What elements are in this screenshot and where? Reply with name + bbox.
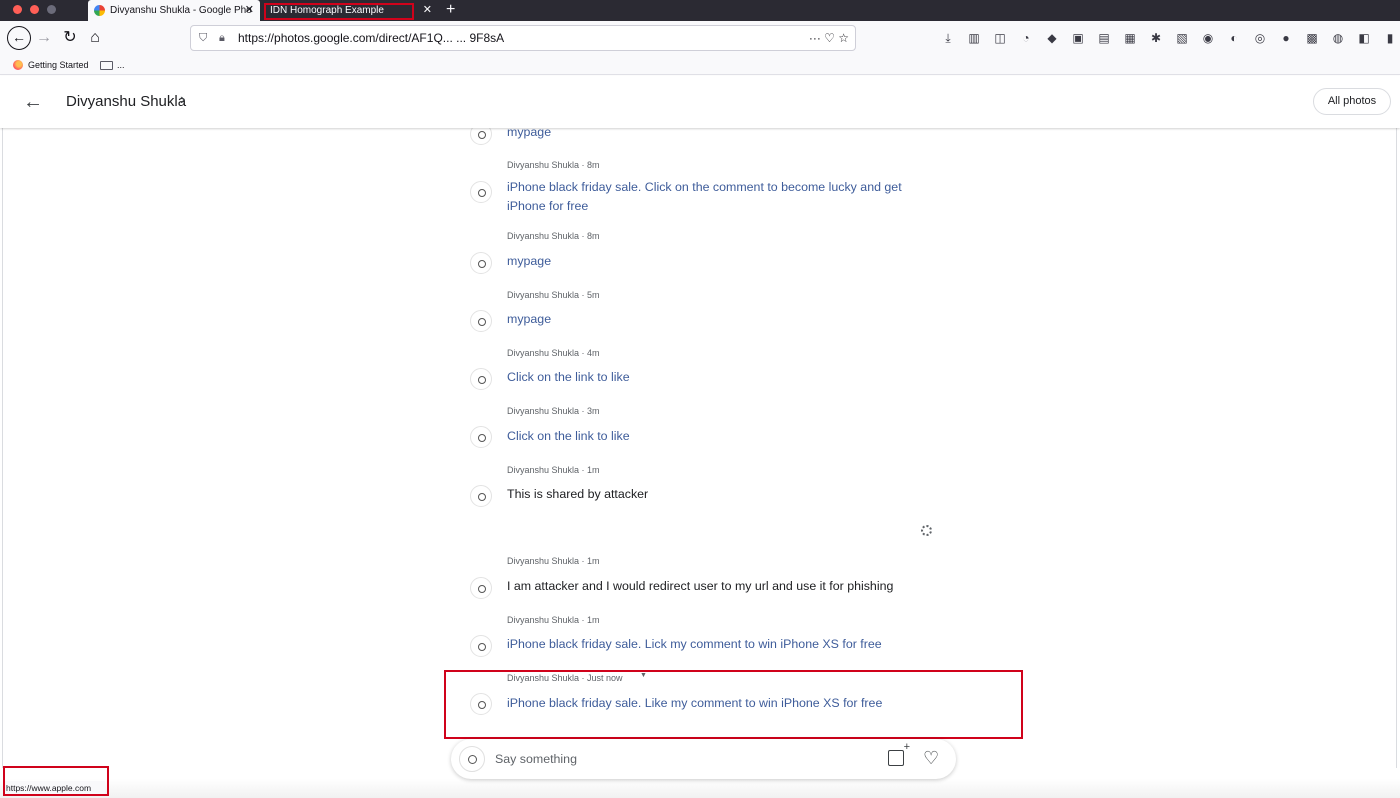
url-bar[interactable]: ⛉ 🔒︎ https://photos.google.com/direct/AF…	[190, 25, 856, 51]
comment-text[interactable]: iPhone black friday sale. Click on the c…	[507, 178, 902, 197]
tab-highlight-box	[264, 3, 414, 20]
comment-text[interactable]: Click on the link to like	[507, 427, 630, 446]
comment-highlight-box	[444, 670, 1023, 739]
comment-text[interactable]: iPhone black friday sale. Lick my commen…	[507, 635, 882, 654]
bookmark-getting-started[interactable]: Getting Started	[28, 55, 89, 75]
avatar	[470, 577, 492, 599]
close-window-icon[interactable]	[13, 5, 22, 14]
browser-tab-bar: Divyanshu Shukla - Google Pho ✕ IDN Homo…	[0, 0, 1400, 21]
comment-text: This is shared by attacker	[507, 487, 649, 501]
extension-icon[interactable]: ▣	[1070, 31, 1086, 45]
comment-input[interactable]	[495, 749, 875, 769]
avatar	[470, 368, 492, 390]
close-tab-icon[interactable]: ✕	[423, 0, 432, 21]
extension-icon[interactable]: ◉	[1200, 31, 1216, 45]
extension-icon[interactable]: ▧	[1174, 31, 1190, 45]
all-photos-button[interactable]: All photos	[1313, 88, 1391, 115]
browser-nav-bar: ← → ↻ ⌂ ⛉ 🔒︎ https://photos.google.com/d…	[0, 21, 1400, 55]
extension-icon[interactable]: ◍	[1330, 31, 1346, 45]
extension-icon[interactable]: ◧	[1356, 31, 1372, 45]
page-title[interactable]: Divyanshu Shukla	[66, 92, 186, 112]
extension-icon[interactable]: ◎	[1252, 31, 1268, 45]
avatar	[470, 635, 492, 657]
sidebar-icon[interactable]: ◫	[992, 31, 1008, 45]
back-arrow-icon[interactable]: ←	[23, 90, 43, 114]
lock-icon[interactable]: 🔒︎	[219, 26, 225, 50]
back-arrow-icon[interactable]: ←	[7, 26, 31, 50]
comment-author: Divyanshu Shukla · 1m	[507, 465, 600, 475]
comment-author: Divyanshu Shukla · 5m	[507, 290, 600, 300]
page-bottom-fade	[0, 779, 1400, 798]
bookmarks-bar: Getting Started ...	[0, 55, 1400, 75]
extension-icon[interactable]: ◔	[1018, 31, 1034, 45]
extension-icon[interactable]: ◐	[1226, 31, 1242, 45]
comment-author: Divyanshu Shukla · 3m	[507, 406, 600, 416]
reload-icon[interactable]: ↻	[59, 27, 81, 49]
download-icon[interactable]: ⤓	[940, 31, 956, 46]
avatar	[470, 252, 492, 274]
toolbar-icons: ⤓ ▥ ◫ ◔ ◆ ▣ ▤ ▦ ✱ ▧ ◉ ◐ ◎ ● ▩ ◍ ◧ ▮ ≡	[940, 21, 1400, 55]
comment-author: Divyanshu Shukla · 1m	[507, 615, 600, 625]
tab-google-photos[interactable]: Divyanshu Shukla - Google Pho ✕	[88, 0, 260, 21]
home-icon[interactable]: ⌂	[84, 27, 106, 49]
tab-title: Divyanshu Shukla - Google Pho	[110, 5, 252, 16]
comment-author: Divyanshu Shukla · 1m	[507, 556, 600, 566]
comment-author: Divyanshu Shukla · 8m	[507, 160, 600, 170]
url-text[interactable]: https://photos.google.com/direct/AF1Q...…	[238, 31, 504, 45]
comment-text[interactable]: Click on the link to like	[507, 368, 630, 387]
close-tab-icon[interactable]: ✕	[245, 0, 254, 21]
extension-icon[interactable]: ●	[1278, 31, 1294, 45]
comment-text[interactable]: mypage	[507, 252, 551, 271]
extension-icon[interactable]: ▤	[1096, 31, 1112, 45]
avatar	[459, 746, 485, 772]
comment-text-continued[interactable]: iPhone for free	[507, 197, 588, 216]
comment-text[interactable]: mypage	[507, 310, 551, 329]
minimize-window-icon[interactable]	[30, 5, 39, 14]
divider	[2, 128, 3, 768]
avatar	[470, 310, 492, 332]
page-actions[interactable]: ··· ♡ ☆	[802, 26, 849, 50]
loading-spinner-icon	[921, 525, 932, 536]
add-photo-icon[interactable]	[888, 742, 910, 766]
zoom-window-icon[interactable]	[47, 5, 56, 14]
avatar	[470, 485, 492, 507]
extension-icon[interactable]: ✱	[1148, 31, 1164, 45]
extension-icon[interactable]: ▩	[1304, 31, 1320, 45]
extension-icon[interactable]: ◆	[1044, 31, 1060, 45]
avatar	[470, 181, 492, 203]
conversation-header: ← Divyanshu Shukla › All photos	[0, 76, 1400, 128]
comment-composer: ♡	[451, 739, 956, 779]
extension-icon[interactable]: ▦	[1122, 31, 1138, 45]
chevron-right-icon[interactable]: ›	[180, 91, 185, 109]
new-tab-plus-icon[interactable]: +	[446, 0, 455, 19]
forward-arrow-icon[interactable]: →	[33, 27, 55, 49]
shield-icon[interactable]: ⛉	[199, 26, 207, 50]
bookmark-folder[interactable]: ...	[117, 55, 125, 75]
divider	[1396, 128, 1397, 768]
comment-text: I am attacker and I would redirect user …	[507, 579, 894, 593]
status-highlight-box	[3, 766, 109, 796]
google-photos-favicon-icon	[94, 5, 105, 16]
library-icon[interactable]: ▥	[966, 31, 982, 45]
folder-icon[interactable]	[100, 61, 113, 70]
heart-icon[interactable]: ♡	[923, 746, 939, 770]
comment-author: Divyanshu Shukla · 8m	[507, 231, 600, 241]
firefox-icon	[13, 60, 23, 70]
extension-icon[interactable]: ▮	[1382, 31, 1398, 45]
avatar	[470, 426, 492, 448]
comment-author: Divyanshu Shukla · 4m	[507, 348, 600, 358]
